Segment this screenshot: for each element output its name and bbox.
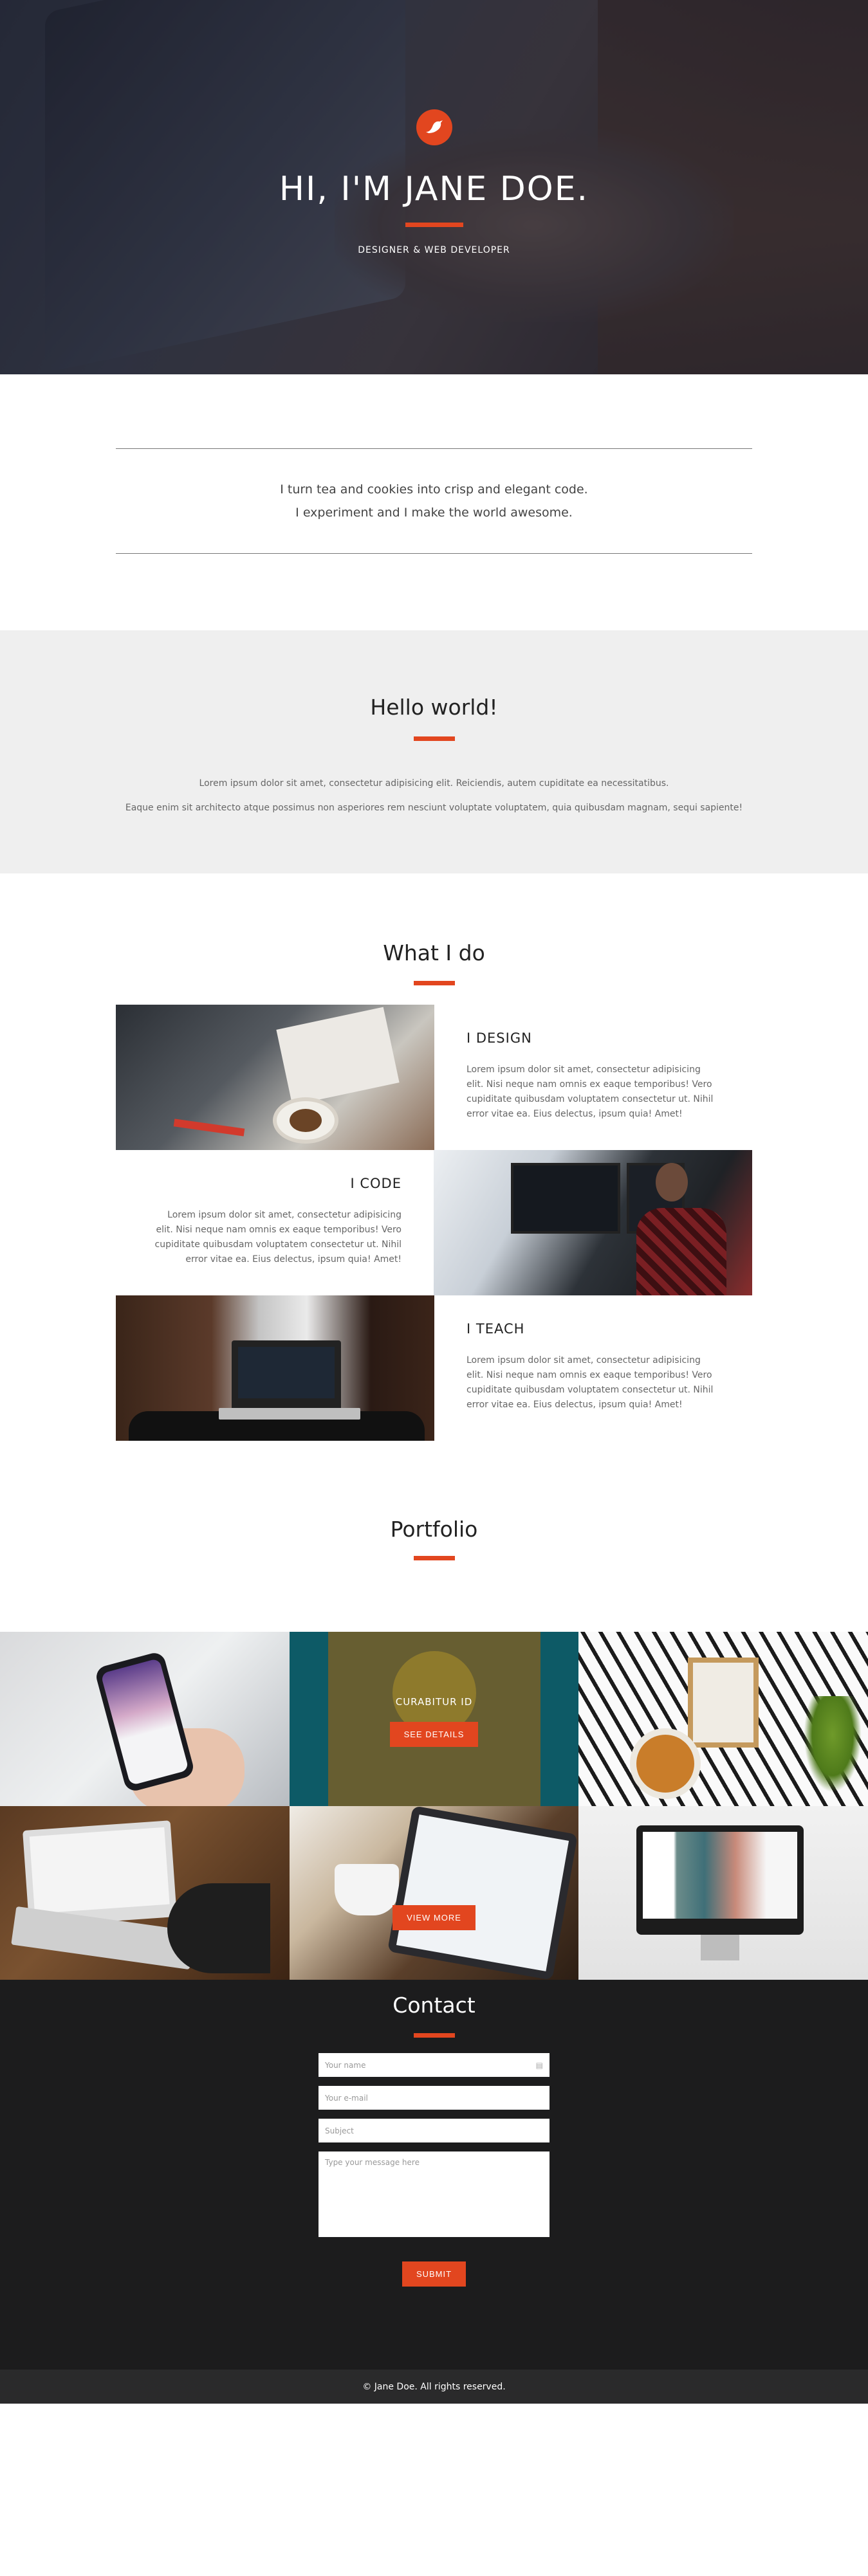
portfolio-item-typography[interactable] [578, 1632, 868, 1806]
portfolio-title: Portfolio [390, 1517, 478, 1542]
hero-accent-bar [405, 223, 463, 227]
portfolio-section: Portfolio CURABITUR ID SEE DETAILS VIEW … [0, 1517, 868, 1980]
service-title: I TEACH [466, 1321, 525, 1337]
autofill-icon: ▤ [535, 2060, 543, 2070]
message-field[interactable]: Type your message here [319, 2151, 549, 2237]
subject-placeholder: Subject [325, 2126, 354, 2135]
email-placeholder: Your e-mail [325, 2093, 368, 2103]
portfolio-item-bulb[interactable]: CURABITUR ID SEE DETAILS [290, 1632, 578, 1806]
hero-title: HI, I'M JANE DOE. [279, 170, 589, 208]
footer: © Jane Doe. All rights reserved. [0, 2370, 868, 2404]
portfolio-caption: CURABITUR ID [395, 1696, 473, 1708]
portfolio-item-phone[interactable] [0, 1632, 290, 1806]
hero-section: HI, I'M JANE DOE. DESIGNER & WEB DEVELOP… [0, 0, 868, 374]
service-title: I CODE [350, 1176, 402, 1191]
see-details-button[interactable]: SEE DETAILS [389, 1722, 479, 1747]
what-i-do-title: What I do [383, 940, 485, 965]
service-description: Lorem ipsum dolor sit amet, consectetur … [466, 1064, 714, 1119]
design-image [116, 1005, 434, 1150]
contact-title: Contact [392, 1993, 476, 2018]
contact-accent-bar [413, 2033, 455, 2038]
intro-line-1: I turn tea and cookies into crisp and el… [280, 482, 588, 497]
teach-image [116, 1295, 434, 1441]
service-description: Lorem ipsum dolor sit amet, consectetur … [466, 1355, 714, 1410]
contact-form: Your name ▤ Your e-mail Subject Type you… [319, 2053, 549, 2237]
contact-section: Contact Your name ▤ Your e-mail Subject … [0, 1926, 868, 2370]
intro-section: I turn tea and cookies into crisp and el… [0, 374, 868, 630]
portfolio-item-imac[interactable] [578, 1806, 868, 1980]
service-description: Lorem ipsum dolor sit amet, consectetur … [154, 1210, 402, 1265]
portfolio-item-tablet[interactable] [290, 1806, 578, 1980]
service-teach: I TEACH Lorem ipsum dolor sit amet, cons… [116, 1295, 752, 1441]
hello-paragraph-1: Lorem ipsum dolor sit amet, consectetur … [199, 778, 669, 789]
what-i-do-section: What I do I DESIGN Lorem ipsum dolor sit… [0, 873, 868, 1517]
email-field[interactable]: Your e-mail [319, 2086, 549, 2110]
name-field[interactable]: Your name ▤ [319, 2053, 549, 2077]
design-text: I DESIGN Lorem ipsum dolor sit amet, con… [434, 1005, 752, 1150]
message-placeholder: Type your message here [325, 2158, 420, 2167]
name-placeholder: Your name [325, 2060, 366, 2070]
code-text: I CODE Lorem ipsum dolor sit amet, conse… [116, 1150, 434, 1295]
subject-field[interactable]: Subject [319, 2119, 549, 2142]
hero-subtitle: DESIGNER & WEB DEVELOPER [358, 245, 510, 255]
code-image [434, 1150, 752, 1295]
bird-logo-icon[interactable] [416, 109, 452, 145]
view-more-wrap: VIEW MORE [0, 1905, 868, 1930]
service-design: I DESIGN Lorem ipsum dolor sit amet, con… [116, 1005, 752, 1150]
footer-copyright: © Jane Doe. All rights reserved. [362, 2381, 506, 2392]
hello-accent-bar [413, 736, 455, 741]
service-code: I CODE Lorem ipsum dolor sit amet, conse… [116, 1150, 752, 1295]
hero-content: HI, I'M JANE DOE. DESIGNER & WEB DEVELOP… [0, 109, 868, 255]
portfolio-item-laptop[interactable] [0, 1806, 290, 1980]
portfolio-hover-overlay: CURABITUR ID SEE DETAILS [290, 1696, 578, 1747]
view-more-button[interactable]: VIEW MORE [392, 1905, 476, 1930]
what-i-do-accent-bar [413, 981, 455, 985]
intro-line-2: I experiment and I make the world awesom… [295, 506, 573, 520]
teach-text: I TEACH Lorem ipsum dolor sit amet, cons… [434, 1295, 752, 1441]
services-list: I DESIGN Lorem ipsum dolor sit amet, con… [116, 1005, 752, 1441]
service-title: I DESIGN [466, 1030, 532, 1046]
intro-text: I turn tea and cookies into crisp and el… [116, 449, 752, 553]
hello-section: Hello world! Lorem ipsum dolor sit amet,… [0, 630, 868, 873]
intro-divider-bottom [116, 553, 752, 554]
portfolio-accent-bar [413, 1556, 455, 1560]
hello-paragraph-2: Eaque enim sit architecto atque possimus… [125, 803, 743, 813]
hello-title: Hello world! [370, 695, 498, 720]
bird-icon [425, 120, 443, 133]
submit-button[interactable]: SUBMIT [402, 2261, 466, 2287]
